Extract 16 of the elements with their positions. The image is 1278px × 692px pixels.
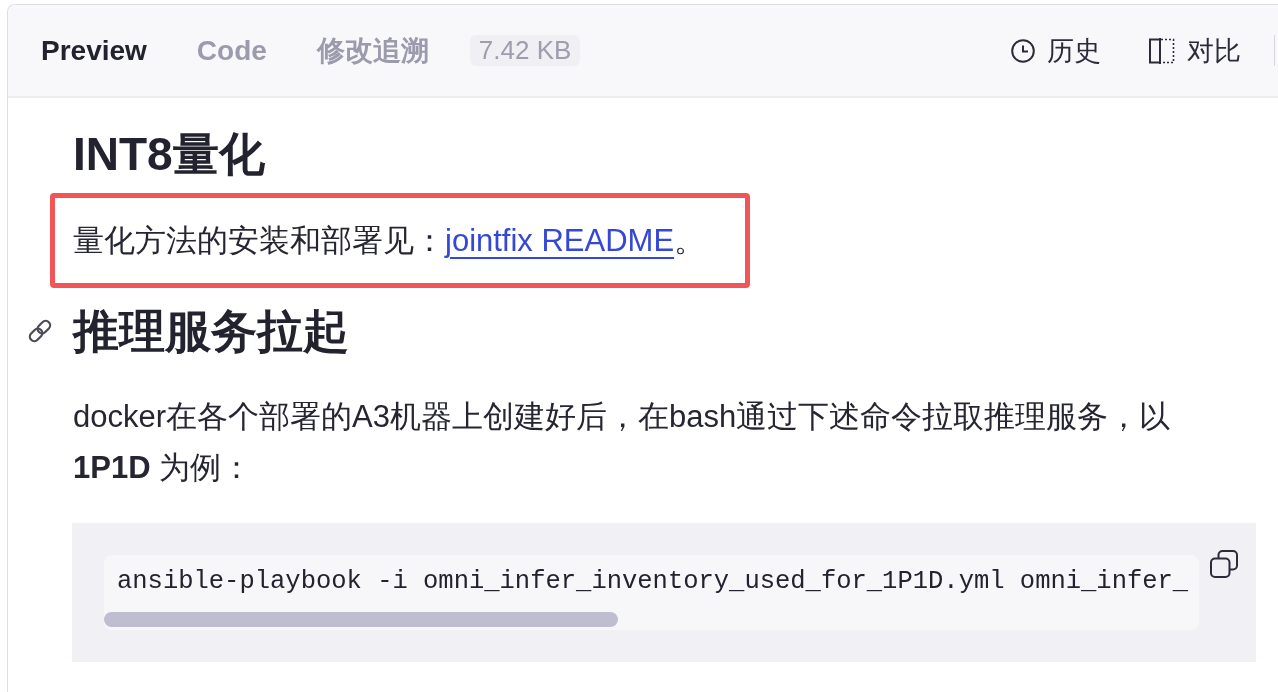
clock-icon [1011,38,1035,63]
paragraph-text: docker在各个部署的A3机器上创建好后，在bash通过下述命令拉取推理服务，以 1P1D 为例： [73,398,1172,487]
history-button[interactable]: 历史 [1011,32,1101,69]
text-link[interactable]: jointfix README [445,222,675,258]
code-text: ansible-playbook -i omni_infer_inventory_used_for_1P1D.yml omni_infer_ [117,566,1189,598]
copy-icon [1210,550,1238,578]
copy-button[interactable] [1210,550,1238,578]
split-panel-icon [1148,37,1175,64]
compare-button[interactable]: 对比 [1148,32,1241,69]
paragraph-text: 量化方法的安装和部署见：jointfix README。 [73,221,706,260]
file-size-badge: 7.42 KB [469,35,581,66]
scrollbar-thumb[interactable] [104,612,618,627]
section-heading: INT8量化 [73,127,265,182]
view-tab[interactable]: Preview [41,32,147,69]
link-icon[interactable] [26,317,54,345]
section-heading: 推理服务拉起 [73,304,349,359]
